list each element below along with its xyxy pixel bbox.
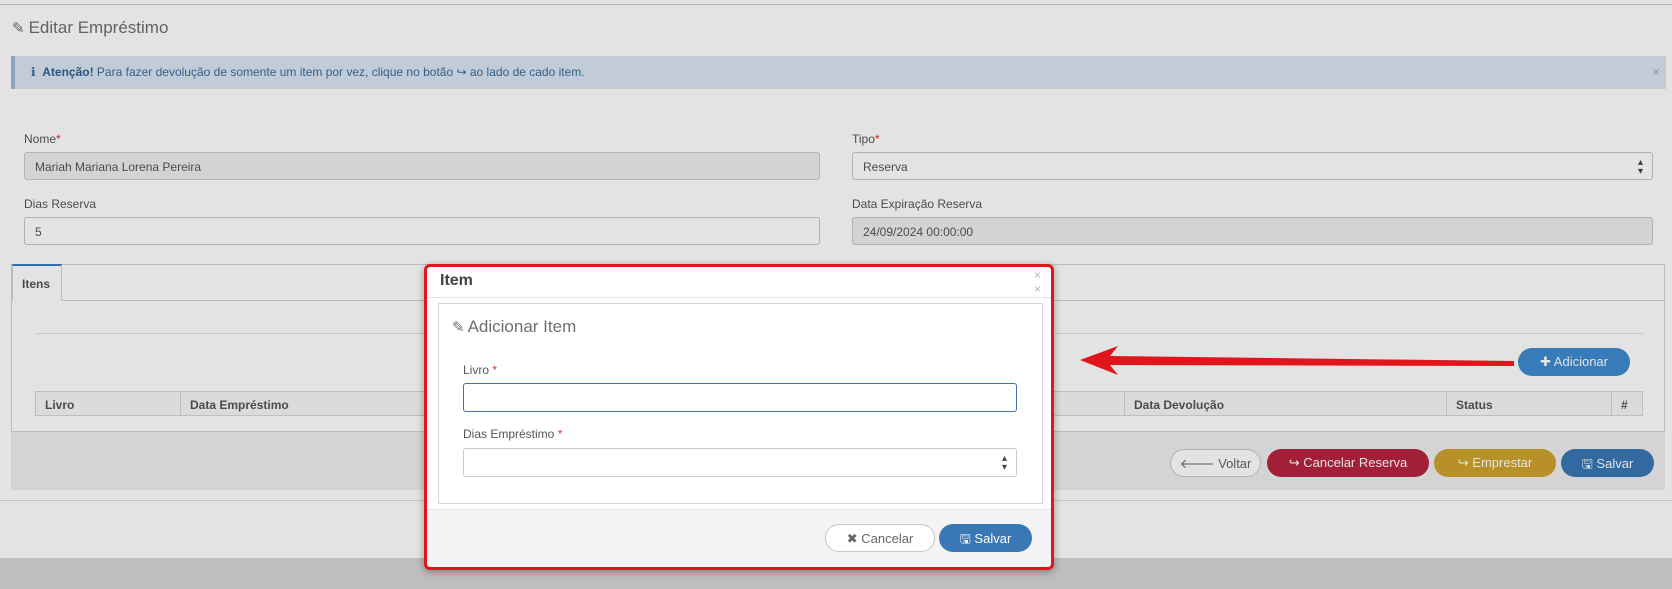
close-icon[interactable]: × [1034,268,1041,282]
dias-emprestimo-label: Dias Empréstimo * [463,427,563,441]
dias-emprestimo-select[interactable]: ▴ ▾ [463,448,1017,477]
arrow-shape [1080,346,1514,375]
cancel-button[interactable]: ✖ Cancelar [825,524,935,552]
annotation-arrow [1080,346,1514,375]
save-button[interactable]: 🖫 Salvar [939,524,1032,552]
modal-header-divider [427,297,1051,298]
livro-label: Livro * [463,363,498,377]
add-item-panel: ✎ Adicionar Item Livro * Dias Empréstimo … [438,303,1043,504]
save-icon: 🖫 [959,531,971,546]
edit-icon: ✎ [452,319,465,336]
close-icon-secondary[interactable]: × [1034,282,1041,296]
select-arrows-icon: ▴ ▾ [1001,453,1007,473]
livro-input[interactable] [463,383,1017,412]
close-icon: ✖ [846,531,858,546]
modal-footer: ✖ Cancelar 🖫 Salvar [427,509,1051,567]
item-modal: Item × × ✎ Adicionar Item Livro * Dias Em… [424,264,1054,570]
modal-title: Item [440,272,473,289]
panel-title: ✎ Adicionar Item [452,317,577,336]
